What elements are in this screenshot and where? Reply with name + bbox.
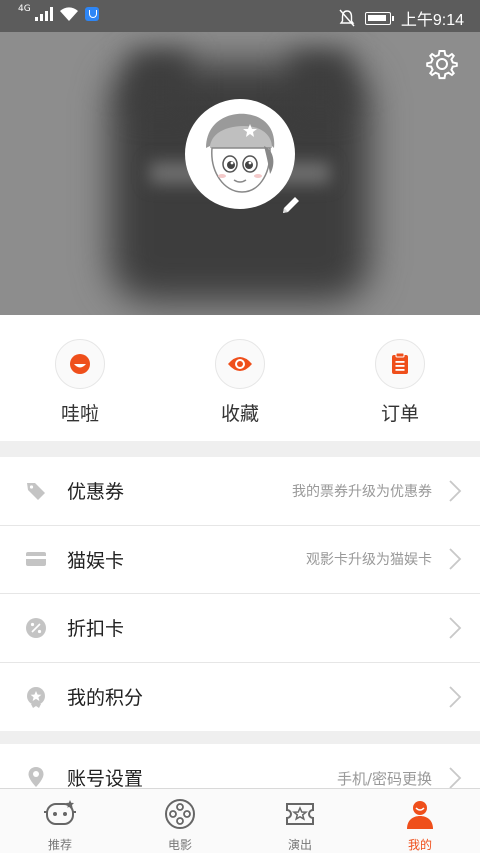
chevron-right-icon <box>449 686 462 708</box>
clock: 上午9:14 <box>400 12 464 29</box>
menu-list: 优惠券 我的票券升级为优惠券 猫娱卡 观影卡升级为猫娱卡 折扣卡 我的积分 <box>0 457 480 731</box>
tab-recommend[interactable]: 推荐 <box>0 789 120 853</box>
tag-icon <box>25 480 47 502</box>
wifi-icon <box>59 7 78 21</box>
gear-icon[interactable] <box>426 48 458 80</box>
quick-action-wala[interactable]: 哇啦 <box>0 315 160 441</box>
status-right: 上午9:14 <box>339 6 464 30</box>
pencil-icon[interactable] <box>279 193 303 217</box>
network-type: 4G <box>18 3 31 14</box>
mute-bell-icon <box>339 9 355 27</box>
smile-icon <box>55 339 105 389</box>
quick-action-label: 收藏 <box>220 403 259 425</box>
tab-show[interactable]: 演出 <box>240 789 360 853</box>
robot-face-icon <box>44 800 76 825</box>
menu-item-label: 折扣卡 <box>67 618 125 641</box>
menu-item-label: 优惠券 <box>67 481 125 504</box>
clipboard-icon <box>375 339 425 389</box>
menu-item-hint: 手机/密码更换 <box>336 770 432 788</box>
signal-icon <box>34 7 53 21</box>
chevron-right-icon <box>449 617 462 639</box>
header-blur-ear-right <box>290 52 350 112</box>
cartoon-avatar-icon <box>188 102 292 206</box>
menu-item-maoyu-card[interactable]: 猫娱卡 观影卡升级为猫娱卡 <box>0 526 480 594</box>
tab-mine[interactable]: 我的 <box>360 789 480 853</box>
quick-actions: 哇啦 收藏 订单 <box>0 315 480 441</box>
header-blur-ear-left <box>130 52 190 112</box>
menu-item-label: 账号设置 <box>67 768 144 790</box>
tab-movie[interactable]: 电影 <box>120 789 240 853</box>
quick-action-orders[interactable]: 订单 <box>320 315 480 441</box>
chevron-right-icon <box>449 480 462 502</box>
card-icon <box>25 548 47 570</box>
tab-label: 演出 <box>287 838 312 852</box>
chevron-right-icon <box>449 548 462 570</box>
film-reel-icon <box>165 799 195 829</box>
user-icon <box>407 801 433 829</box>
menu-item-points[interactable]: 我的积分 <box>0 663 480 732</box>
status-bar: 4G 上午9:14 <box>0 0 480 32</box>
menu-item-discount-card[interactable]: 折扣卡 <box>0 594 480 663</box>
tab-label: 我的 <box>407 838 432 852</box>
menu-item-label: 我的积分 <box>67 687 144 710</box>
battery-icon <box>364 11 394 25</box>
menu-list-account: 账号设置 手机/密码更换 <box>0 744 480 794</box>
bottom-tab-bar: 推荐 电影 演出 我的 <box>0 788 480 853</box>
ticket-star-icon <box>286 803 314 825</box>
tab-label: 推荐 <box>47 838 72 852</box>
menu-item-hint: 我的票券升级为优惠券 <box>292 483 432 500</box>
percent-badge-icon <box>25 617 47 639</box>
quick-action-label: 哇啦 <box>60 403 99 425</box>
profile-header <box>0 32 480 315</box>
chevron-right-icon <box>449 767 462 789</box>
menu-item-hint: 观影卡升级为猫娱卡 <box>306 552 432 569</box>
medal-icon <box>25 686 47 708</box>
location-pin-icon <box>25 766 47 788</box>
quick-action-favorites[interactable]: 收藏 <box>160 315 320 441</box>
quick-action-label: 订单 <box>380 403 419 425</box>
menu-item-coupon[interactable]: 优惠券 我的票券升级为优惠券 <box>0 457 480 526</box>
tab-label: 电影 <box>167 838 192 852</box>
shield-icon <box>84 7 99 21</box>
eye-icon <box>215 339 265 389</box>
menu-item-label: 猫娱卡 <box>67 549 125 572</box>
status-left: 4G <box>18 3 99 22</box>
